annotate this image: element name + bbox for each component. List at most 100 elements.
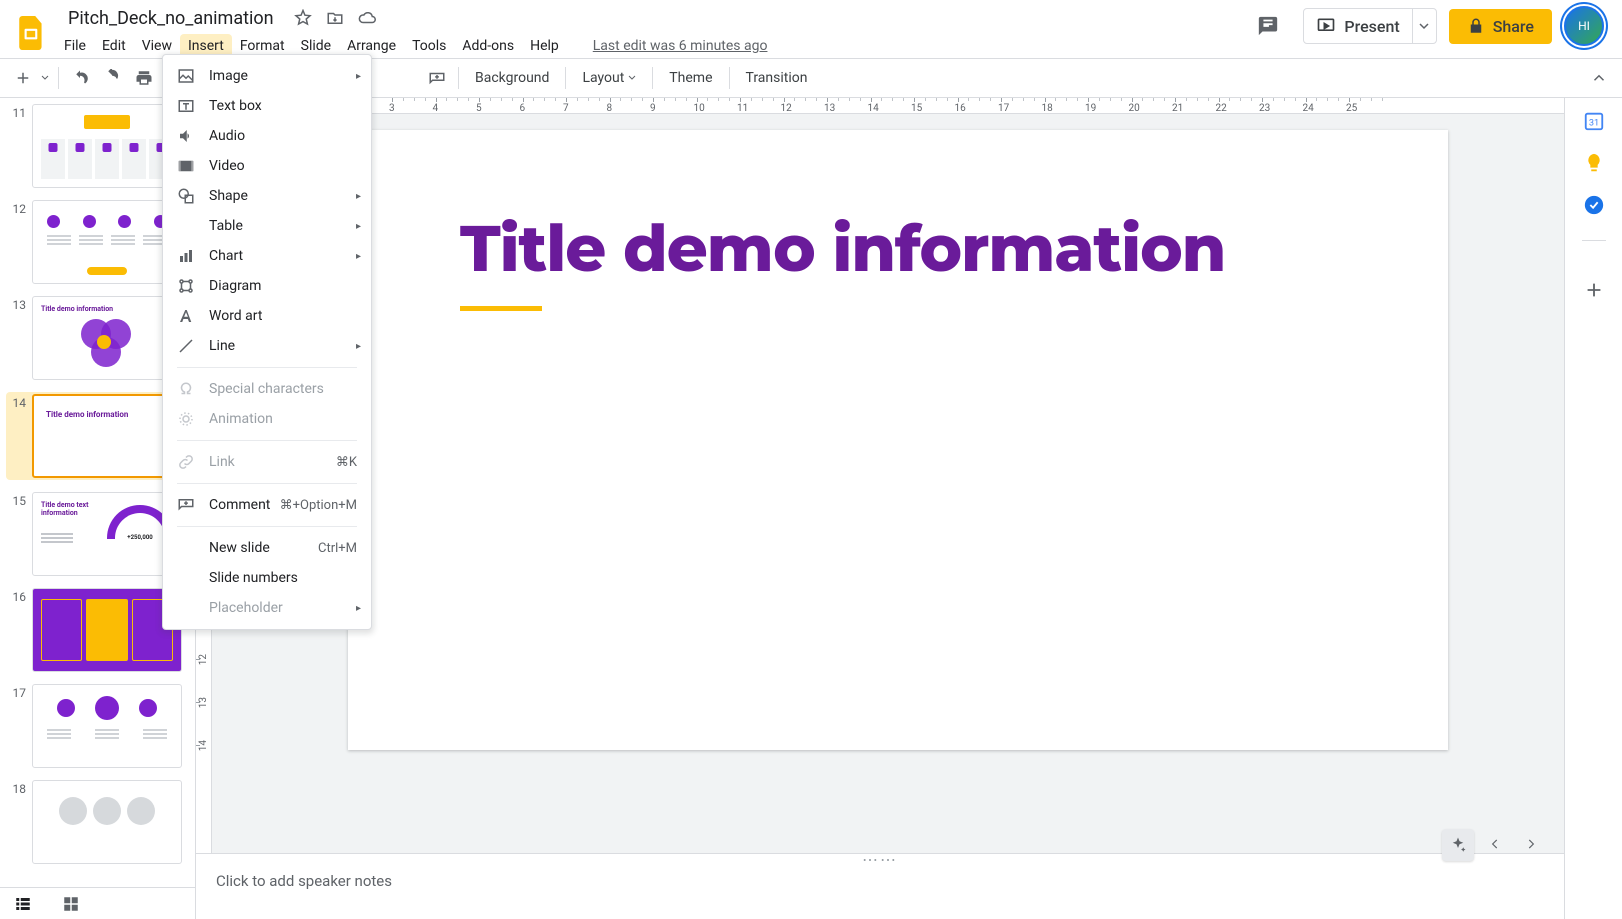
prev-slide-icon[interactable]: [1488, 836, 1502, 855]
slide-title[interactable]: Title demo information: [460, 210, 1225, 288]
grid-view-icon[interactable]: [62, 895, 80, 913]
present-label: Present: [1344, 17, 1399, 36]
diagram-icon: [177, 277, 195, 295]
transition-button[interactable]: Transition: [736, 64, 818, 92]
filmstrip-view-switcher: [0, 887, 195, 919]
side-panel: 31: [1564, 98, 1622, 919]
filmstrip-slide-17[interactable]: 17: [6, 684, 195, 768]
video-icon: [177, 157, 195, 175]
menu-file[interactable]: File: [56, 34, 94, 58]
slide-number: 15: [6, 492, 26, 508]
textbox-icon: [177, 97, 195, 115]
add-addon-icon[interactable]: [1583, 279, 1605, 301]
insert-slide-numbers[interactable]: Slide numbers: [163, 563, 371, 593]
animation-icon: [177, 410, 195, 428]
comment-icon: [177, 496, 195, 514]
share-label: Share: [1493, 17, 1534, 36]
redo-button[interactable]: [97, 63, 127, 93]
slide-number: 12: [6, 200, 26, 216]
insert-audio[interactable]: Audio: [163, 121, 371, 151]
slide-canvas[interactable]: Title demo information: [348, 130, 1448, 750]
star-icon[interactable]: [294, 9, 312, 27]
insert-chart[interactable]: Chart▸: [163, 241, 371, 271]
insert-image[interactable]: Image▸: [163, 61, 371, 91]
insert-video[interactable]: Video: [163, 151, 371, 181]
doc-title[interactable]: Pitch_Deck_no_animation: [62, 6, 280, 31]
image-icon: [177, 67, 195, 85]
keep-icon[interactable]: [1583, 152, 1605, 174]
insert-diagram[interactable]: Diagram: [163, 271, 371, 301]
move-icon[interactable]: [326, 9, 344, 27]
insert-animation: Animation: [163, 404, 371, 434]
insert-comment[interactable]: Comment⌘+Option+M: [163, 490, 371, 520]
menu-addons[interactable]: Add-ons: [454, 34, 522, 58]
submenu-arrow-icon: ▸: [356, 603, 361, 614]
doc-header: Pitch_Deck_no_animation File Edit View I…: [0, 0, 1622, 58]
layout-button[interactable]: Layout: [572, 64, 646, 92]
collapse-toolbar-icon[interactable]: [1584, 63, 1614, 93]
submenu-arrow-icon: ▸: [356, 71, 361, 82]
filmstrip-slide-18[interactable]: 18: [6, 780, 195, 864]
slide-number: 17: [6, 684, 26, 700]
slide-thumbnail[interactable]: [32, 104, 182, 188]
slide-thumbnail[interactable]: [32, 200, 182, 284]
insert-table[interactable]: Table▸: [163, 211, 371, 241]
last-edit-link[interactable]: Last edit was 6 minutes ago: [585, 34, 776, 58]
slide-number: 14: [6, 394, 26, 410]
slide-thumbnail[interactable]: Title demo text information+250,000: [32, 492, 182, 576]
speaker-notes[interactable]: ⋯⋯ Click to add speaker notes: [196, 853, 1564, 919]
speaker-notes-placeholder: Click to add speaker notes: [216, 872, 392, 890]
new-slide-dropdown-icon[interactable]: [38, 74, 52, 82]
slide-number: 16: [6, 588, 26, 604]
filmstrip-view-icon[interactable]: [14, 895, 32, 913]
explore-button[interactable]: [1442, 829, 1474, 861]
tasks-icon[interactable]: [1583, 194, 1605, 216]
menu-edit[interactable]: Edit: [94, 34, 134, 58]
comments-button[interactable]: [1245, 9, 1291, 43]
next-slide-icon[interactable]: [1524, 836, 1538, 855]
canvas-area: 345678910111213141516171819202122232425 …: [196, 98, 1564, 919]
new-slide-button[interactable]: [8, 63, 38, 93]
slide-number: 18: [6, 780, 26, 796]
add-comment-button[interactable]: [422, 63, 452, 93]
insert-wordart[interactable]: Word art: [163, 301, 371, 331]
undo-button[interactable]: [65, 63, 95, 93]
present-dropdown-icon[interactable]: [1412, 9, 1436, 43]
app-logo-icon[interactable]: [12, 6, 52, 60]
table-icon: [177, 217, 195, 235]
wordart-icon: [177, 307, 195, 325]
menu-tools[interactable]: Tools: [404, 34, 454, 58]
insert-shape[interactable]: Shape▸: [163, 181, 371, 211]
svg-text:31: 31: [1588, 119, 1598, 129]
insert-new-slide[interactable]: New slideCtrl+M: [163, 533, 371, 563]
slide-number: 13: [6, 296, 26, 312]
submenu-arrow-icon: ▸: [356, 341, 361, 352]
submenu-arrow-icon: ▸: [356, 221, 361, 232]
audio-icon: [177, 127, 195, 145]
slide-thumbnail[interactable]: [32, 588, 182, 672]
ruler-horizontal: 345678910111213141516171819202122232425: [196, 98, 1564, 114]
insert-textbox[interactable]: Text box: [163, 91, 371, 121]
insert-placeholder: Placeholder▸: [163, 593, 371, 623]
cloud-status-icon[interactable]: [358, 9, 376, 27]
slide-accent-bar: [460, 306, 542, 311]
present-button-group: Present: [1303, 8, 1436, 44]
slide-thumbnail[interactable]: Title demo information: [32, 394, 182, 478]
insert-special-chars: Special characters: [163, 374, 371, 404]
calendar-icon[interactable]: 31: [1583, 110, 1605, 132]
background-button[interactable]: Background: [465, 64, 559, 92]
submenu-arrow-icon: ▸: [356, 251, 361, 262]
slide-thumbnail[interactable]: [32, 780, 182, 864]
insert-line[interactable]: Line▸: [163, 331, 371, 361]
share-button[interactable]: Share: [1449, 9, 1552, 44]
theme-button[interactable]: Theme: [659, 64, 722, 92]
present-button[interactable]: Present: [1304, 10, 1411, 42]
resize-handle-icon[interactable]: ⋯⋯: [862, 850, 898, 869]
menu-help[interactable]: Help: [522, 34, 567, 58]
print-button[interactable]: [129, 63, 159, 93]
account-avatar[interactable]: HI: [1564, 6, 1604, 46]
slide-thumbnail[interactable]: Title demo information: [32, 296, 182, 380]
slide-thumbnail[interactable]: [32, 684, 182, 768]
insert-menu-dropdown: Image▸ Text box Audio Video Shape▸ Table…: [162, 54, 372, 630]
shape-icon: [177, 187, 195, 205]
